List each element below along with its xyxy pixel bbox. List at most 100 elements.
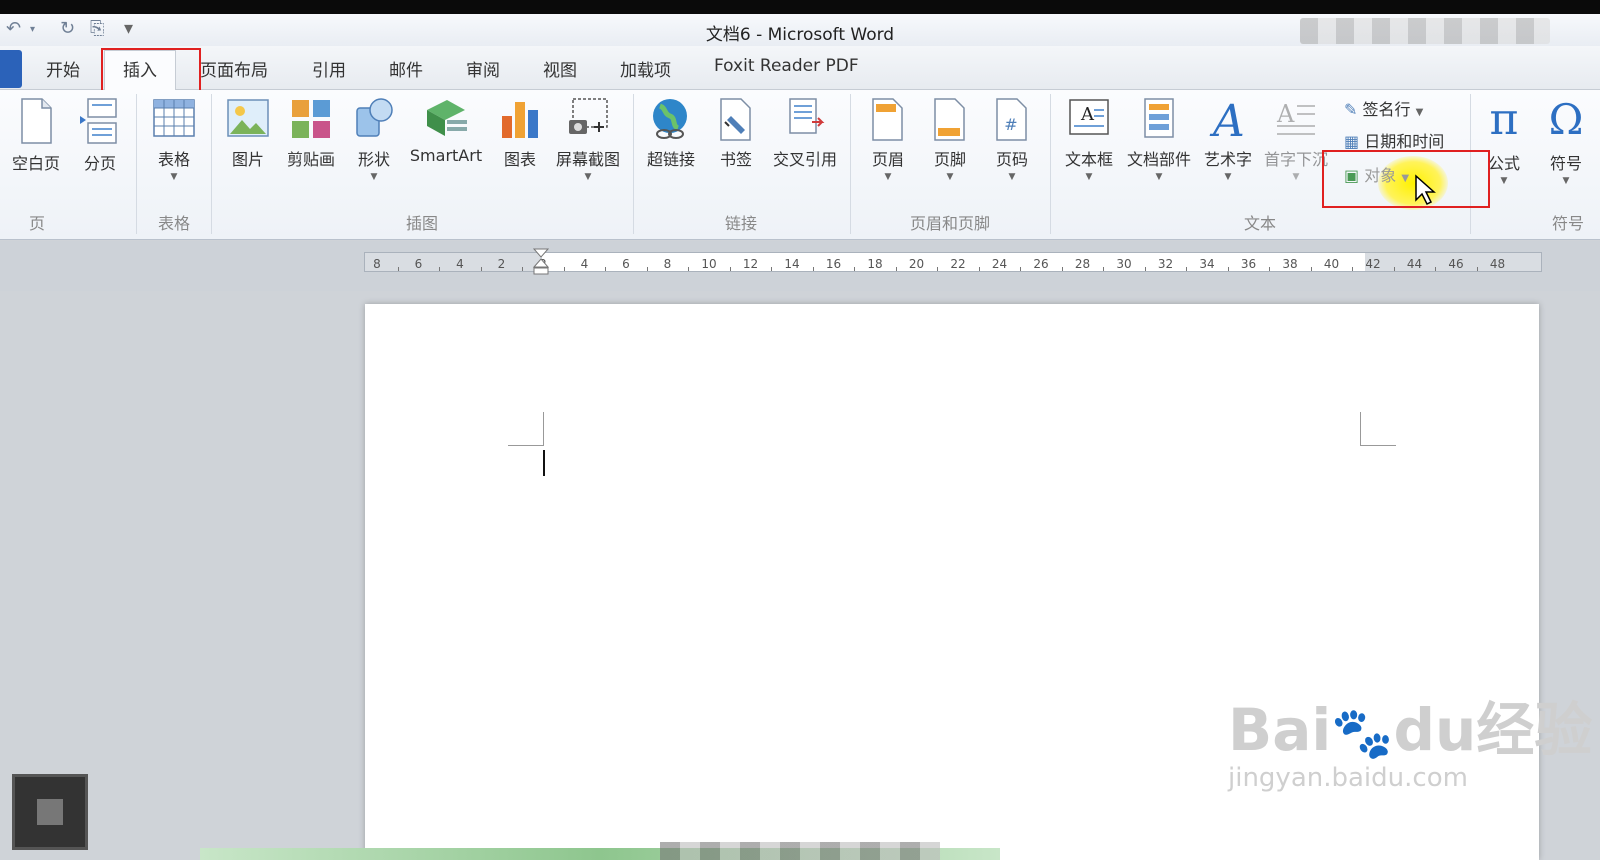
indent-marker-icon[interactable]	[531, 247, 551, 277]
ruler-label: 46	[1448, 257, 1464, 271]
ruler-tick	[480, 267, 482, 271]
chevron-down-icon: ▼	[1155, 172, 1163, 182]
ruler-label: 14	[784, 257, 800, 271]
smartart-button[interactable]: SmartArt	[404, 96, 488, 165]
ruler-tick	[605, 267, 607, 271]
signature-line-button[interactable]: ✎ 签名行 ▼	[1344, 96, 1423, 120]
smartart-icon	[427, 100, 467, 136]
clip-art-label: 剪贴画	[286, 150, 335, 169]
ruler-tick	[1103, 267, 1105, 271]
wordart-button[interactable]: A 艺术字 ▼	[1196, 96, 1260, 182]
group-label-tables: 表格	[157, 214, 190, 233]
wordart-label: 艺术字	[1203, 150, 1252, 169]
ribbon-separator	[1050, 94, 1051, 234]
blank-page-button[interactable]: 空白页	[6, 96, 66, 174]
ribbon-tab-bar: 开始 插入 页面布局 引用 邮件 审阅 视图 加载项 Foxit Reader …	[0, 46, 1600, 91]
tab-review[interactable]: 审阅	[466, 56, 500, 81]
ruler-label: 2	[497, 257, 506, 271]
bookmark-button[interactable]: 书签	[708, 96, 764, 170]
svg-text:A: A	[1209, 96, 1245, 142]
ruler-label: 48	[1489, 257, 1506, 271]
chevron-down-icon: ▼	[946, 172, 954, 182]
ruler-tick	[978, 267, 980, 271]
ruler-label: 4	[580, 257, 589, 271]
picture-button[interactable]: 图片	[218, 96, 278, 170]
ruler-label: 38	[1282, 257, 1298, 271]
symbol-button[interactable]: Ω 符号 ▼	[1538, 94, 1594, 186]
tab-page-layout[interactable]: 页面布局	[200, 56, 268, 81]
group-label-illustrations: 插图	[405, 214, 438, 233]
table-button[interactable]: 表格 ▼	[142, 96, 206, 182]
quick-parts-button[interactable]: 文档部件 ▼	[1122, 96, 1196, 182]
drop-cap-icon: A	[1276, 100, 1315, 135]
ruler-label: 40	[1323, 257, 1340, 271]
ruler-tick	[1186, 267, 1188, 271]
date-time-button[interactable]: ▦ 日期和时间	[1344, 128, 1444, 152]
page-number-button[interactable]: # 页码 ▼	[982, 96, 1042, 182]
tab-mailings[interactable]: 邮件	[389, 56, 423, 81]
globe-link-icon	[653, 99, 687, 139]
screenshot-label: 屏幕截图	[555, 150, 620, 169]
group-label-text: 文本	[1243, 214, 1276, 233]
text-box-button[interactable]: A 文本框 ▼	[1056, 96, 1122, 182]
hyperlink-button[interactable]: 超链接	[638, 96, 704, 170]
tab-foxit-reader-pdf[interactable]: Foxit Reader PDF	[714, 56, 859, 76]
tab-add-ins[interactable]: 加载项	[620, 56, 671, 81]
picture-label: 图片	[231, 150, 264, 169]
svg-text:#: #	[1004, 115, 1017, 134]
ruler-tick	[1144, 267, 1146, 271]
quick-parts-icon	[1144, 98, 1174, 138]
table-label: 表格	[157, 150, 190, 169]
ruler-tick	[688, 267, 690, 271]
blurred-thumbnail	[12, 774, 88, 850]
watermark-du: du	[1393, 696, 1477, 764]
group-label-pages: 页	[28, 214, 45, 233]
ruler-tick	[1310, 267, 1312, 271]
signature-line-label: 签名行	[1362, 100, 1411, 119]
ruler-tick	[1061, 267, 1063, 271]
clip-art-button[interactable]: 剪贴画	[280, 96, 342, 170]
ruler-tick	[563, 267, 565, 271]
svg-text:A: A	[1080, 104, 1095, 125]
cross-reference-button[interactable]: 交叉引用	[766, 96, 844, 170]
screenshot-button[interactable]: 屏幕截图 ▼	[550, 96, 626, 182]
page-break-button[interactable]: 分页	[70, 96, 130, 174]
group-label-header-footer: 页眉和页脚	[909, 214, 990, 233]
chevron-down-icon: ▼	[1008, 172, 1016, 182]
header-label: 页眉	[871, 150, 904, 169]
blank-page-label: 空白页	[11, 154, 60, 173]
object-button-highlight	[1322, 150, 1490, 208]
tab-view[interactable]: 视图	[543, 56, 577, 81]
ruler-label: 24	[991, 257, 1008, 271]
chart-button[interactable]: 图表	[490, 96, 550, 170]
page-number-label: 页码	[995, 150, 1028, 169]
ruler-label: 18	[867, 257, 883, 271]
signature-line-icon: ✎	[1344, 100, 1358, 119]
header-button[interactable]: 页眉 ▼	[858, 96, 918, 182]
group-label-links: 链接	[724, 214, 757, 233]
ruler-tick	[1352, 267, 1354, 271]
ruler-label: 6	[622, 257, 630, 271]
text-box-icon: A	[1069, 99, 1109, 135]
ruler-tick	[1435, 267, 1437, 271]
paw-icon: 🐾	[1331, 704, 1394, 762]
smartart-label: SmartArt	[409, 146, 483, 165]
ruler-label: 6	[414, 257, 423, 271]
ruler-tick	[771, 267, 773, 271]
tab-references[interactable]: 引用	[312, 56, 346, 81]
footer-icon	[934, 98, 965, 141]
screenshot-icon	[569, 98, 608, 134]
bookmark-icon	[720, 98, 751, 141]
footer-button[interactable]: 页脚 ▼	[920, 96, 980, 182]
symbol-label: 符号	[1549, 154, 1582, 173]
tab-home[interactable]: 开始	[46, 56, 80, 81]
blurred-window-controls	[1300, 18, 1550, 44]
shapes-button[interactable]: 形状 ▼	[344, 96, 404, 182]
file-tab[interactable]	[0, 50, 22, 88]
ribbon-separator	[850, 94, 851, 234]
chart-label: 图表	[503, 150, 536, 169]
quick-parts-label: 文档部件	[1126, 150, 1191, 169]
margin-corner-top-right	[1360, 412, 1396, 446]
ruler-tick	[895, 267, 897, 271]
header-icon	[872, 98, 903, 141]
